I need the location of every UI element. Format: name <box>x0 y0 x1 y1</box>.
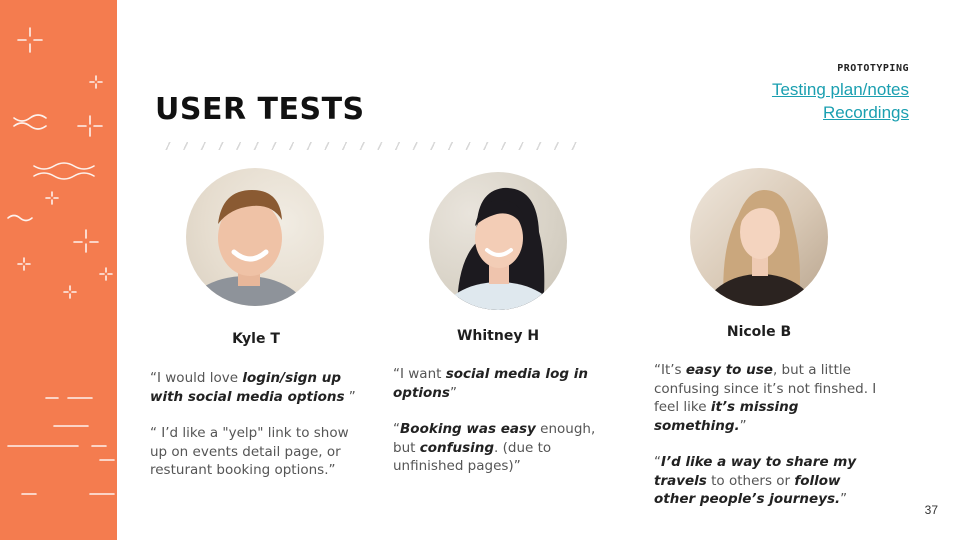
quote-text: to others or <box>706 472 795 489</box>
avatar-nicole <box>690 168 828 306</box>
quote-paragraph: “It’s easy to use, but a little confusin… <box>654 361 879 435</box>
testing-plan-link[interactable]: Testing plan/notes <box>772 78 909 101</box>
quote-paragraph: “I’d like a way to share my travels to o… <box>654 453 879 509</box>
quote-emphasis: easy to use <box>685 362 773 378</box>
quote-text: ” <box>739 417 747 434</box>
quote-paragraph: “I would love login/sign up with social … <box>150 369 370 406</box>
quote-text: “I want <box>393 366 446 382</box>
quote-block-whitney: “I want social media log in options” “Boo… <box>393 365 618 494</box>
quote-text: “ <box>393 421 400 437</box>
quote-emphasis: confusing <box>419 439 495 456</box>
person-photo-icon <box>705 190 815 306</box>
quote-paragraph: “I want social media log in options” <box>393 365 618 402</box>
person-name-whitney: Whitney H <box>456 328 540 344</box>
quote-paragraph: “Booking was easy enough, but confusing.… <box>393 420 618 476</box>
quote-text: ” <box>840 491 848 507</box>
quote-text: “ I’d like a "yelp" link to show up on e… <box>150 425 349 478</box>
person-photo-icon <box>442 187 556 310</box>
page-title: USER TESTS <box>155 92 365 127</box>
quote-text: ” <box>344 388 356 405</box>
section-eyebrow: PROTOTYPING <box>837 63 909 74</box>
quote-block-kyle: “I would love login/sign up with social … <box>150 369 370 498</box>
quote-text: “ <box>654 454 661 470</box>
recordings-link[interactable]: Recordings <box>772 101 909 124</box>
avatar-whitney <box>429 172 567 310</box>
quote-text: ” <box>449 384 457 401</box>
avatar-kyle <box>186 168 324 306</box>
sparkle-pattern-icon <box>7 27 115 495</box>
decorative-sidebar <box>0 0 117 540</box>
quote-emphasis: Booking was easy <box>400 421 536 437</box>
quote-text: “I would love <box>150 370 243 386</box>
hatch-divider <box>158 142 578 150</box>
person-photo-icon <box>186 190 307 306</box>
quote-block-nicole: “It’s easy to use, but a little confusin… <box>654 361 879 527</box>
person-name-kyle: Kyle T <box>232 331 280 347</box>
quote-text: “It’s <box>654 362 686 378</box>
quote-paragraph: “ I’d like a "yelp" link to show up on e… <box>150 424 370 480</box>
page-number: 37 <box>924 503 938 517</box>
person-name-nicole: Nicole B <box>726 324 792 340</box>
links-group: Testing plan/notes Recordings <box>772 78 909 124</box>
